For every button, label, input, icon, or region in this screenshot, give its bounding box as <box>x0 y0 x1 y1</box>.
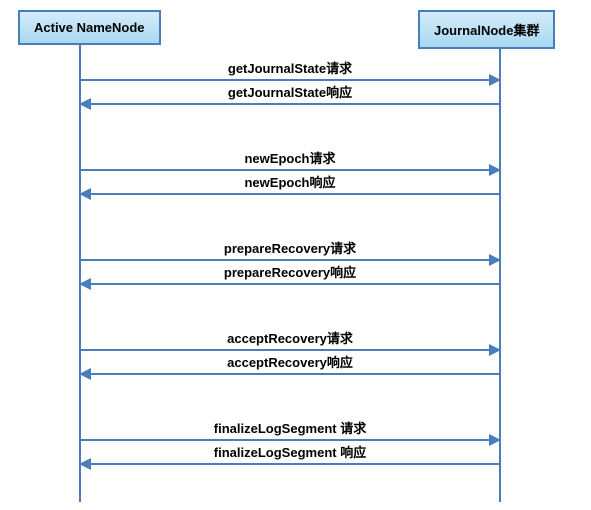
msg-label: finalizeLogSegment 请求 <box>80 418 500 439</box>
msg-row: finalizeLogSegment 响应 <box>80 442 500 465</box>
participant-left-label: Active NameNode <box>34 20 145 35</box>
arrow-right-icon <box>80 169 500 171</box>
msg-label: prepareRecovery响应 <box>80 262 500 283</box>
msg-row: finalizeLogSegment 请求 <box>80 418 500 441</box>
msg-row: getJournalState响应 <box>80 82 500 105</box>
arrow-right-icon <box>80 259 500 261</box>
msg-row: prepareRecovery响应 <box>80 262 500 285</box>
participant-right: JournalNode集群 <box>418 10 555 49</box>
arrow-left-icon <box>80 193 500 195</box>
msg-row: newEpoch响应 <box>80 172 500 195</box>
msg-row: prepareRecovery请求 <box>80 238 500 261</box>
arrow-left-icon <box>80 103 500 105</box>
msg-row: newEpoch请求 <box>80 148 500 171</box>
participant-right-label: JournalNode集群 <box>434 23 539 38</box>
msg-label: getJournalState请求 <box>80 58 500 79</box>
msg-label: acceptRecovery请求 <box>80 328 500 349</box>
msg-label: newEpoch响应 <box>80 172 500 193</box>
msg-label: prepareRecovery请求 <box>80 238 500 259</box>
msg-label: getJournalState响应 <box>80 82 500 103</box>
arrow-right-icon <box>80 349 500 351</box>
arrow-right-icon <box>80 439 500 441</box>
arrow-left-icon <box>80 463 500 465</box>
arrow-right-icon <box>80 79 500 81</box>
msg-label: acceptRecovery响应 <box>80 352 500 373</box>
msg-label: newEpoch请求 <box>80 148 500 169</box>
arrow-left-icon <box>80 283 500 285</box>
msg-row: getJournalState请求 <box>80 58 500 81</box>
msg-row: acceptRecovery响应 <box>80 352 500 375</box>
msg-row: acceptRecovery请求 <box>80 328 500 351</box>
msg-label: finalizeLogSegment 响应 <box>80 442 500 463</box>
arrow-left-icon <box>80 373 500 375</box>
participant-left: Active NameNode <box>18 10 161 45</box>
